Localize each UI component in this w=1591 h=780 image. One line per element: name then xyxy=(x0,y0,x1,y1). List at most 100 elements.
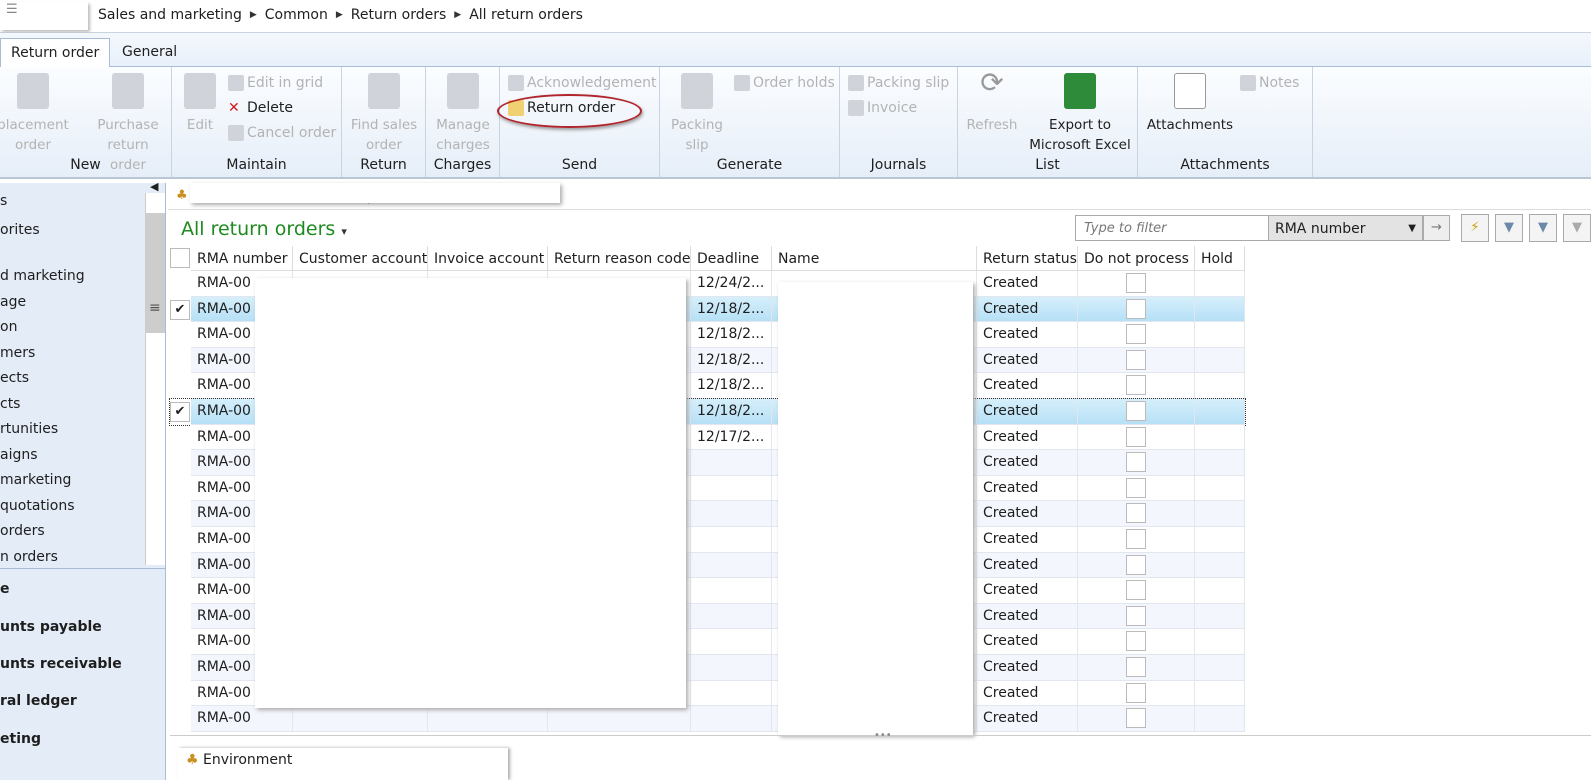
row-selector[interactable] xyxy=(170,578,191,604)
column-header[interactable]: Return reason code xyxy=(548,246,691,271)
packing-slip-journal-button[interactable]: Packing slip xyxy=(848,75,949,91)
do-not-process-checkbox[interactable] xyxy=(1126,349,1146,370)
address-icon-box[interactable]: ☰ xyxy=(0,2,88,30)
filter-input[interactable]: Type to filter xyxy=(1075,215,1269,241)
do-not-process-checkbox[interactable] xyxy=(1126,324,1146,345)
row-selector[interactable] xyxy=(170,655,191,681)
delete-button[interactable]: ✕ Delete xyxy=(228,100,293,116)
notes-button[interactable]: Notes xyxy=(1240,75,1299,91)
nav-module[interactable]: e xyxy=(0,581,10,597)
row-checkbox[interactable]: ✔ xyxy=(170,299,190,320)
do-not-process-checkbox[interactable] xyxy=(1126,375,1146,396)
nav-item[interactable]: quotations xyxy=(0,498,75,514)
nav-item[interactable]: marketing xyxy=(0,472,71,488)
do-not-process-checkbox[interactable] xyxy=(1126,426,1146,447)
edit-button[interactable]: Edit xyxy=(176,73,224,135)
do-not-process-checkbox[interactable] xyxy=(1126,452,1146,473)
breadcrumb-item[interactable]: Common xyxy=(265,7,328,23)
column-header[interactable]: Do not process xyxy=(1078,246,1195,271)
nav-item[interactable]: orders xyxy=(0,523,45,539)
nav-item[interactable]: cts xyxy=(0,396,20,412)
apply-filter-button[interactable]: → xyxy=(1423,215,1450,241)
filter-field-select[interactable]: RMA number ▼ xyxy=(1268,215,1423,241)
remove-filter-icon[interactable]: ▼ xyxy=(1563,214,1591,242)
nav-item[interactable]: n orders xyxy=(0,549,58,565)
column-header[interactable]: Name xyxy=(772,246,977,271)
invoice-journal-button[interactable]: Invoice xyxy=(848,100,917,116)
do-not-process-checkbox[interactable] xyxy=(1126,631,1146,652)
row-selector[interactable] xyxy=(170,450,191,476)
row-selector[interactable] xyxy=(170,271,191,297)
nav-item[interactable]: s xyxy=(0,193,7,209)
splitter-icon[interactable]: ≡ xyxy=(149,300,161,316)
collapse-nav-icon[interactable]: ◀ xyxy=(150,180,158,193)
refresh-button[interactable]: ⟳ Refresh xyxy=(962,69,1022,135)
row-selector[interactable] xyxy=(170,476,191,502)
do-not-process-checkbox[interactable] xyxy=(1126,273,1146,293)
column-header[interactable]: Invoice account xyxy=(428,246,548,271)
page-title[interactable]: All return orders ▾ xyxy=(181,218,347,240)
table-row[interactable]: RMA-00 Created xyxy=(170,706,1245,732)
nav-item[interactable]: aigns xyxy=(0,447,38,463)
resize-grip-icon[interactable]: ••• xyxy=(874,730,892,741)
row-selector[interactable] xyxy=(170,322,191,348)
row-selector[interactable] xyxy=(170,527,191,553)
do-not-process-checkbox[interactable] xyxy=(1126,708,1146,729)
acknowledgement-button[interactable]: Acknowledgement xyxy=(508,75,657,91)
column-header[interactable]: Deadline xyxy=(691,246,772,271)
find-sales-order-button[interactable]: Find sales order xyxy=(346,73,422,155)
replacement-order-button[interactable]: placement order xyxy=(0,73,78,155)
breadcrumb-item[interactable]: All return orders xyxy=(469,7,583,23)
nav-item[interactable]: mers xyxy=(0,345,35,361)
row-selector[interactable] xyxy=(170,425,191,451)
manage-charges-button[interactable]: Manage charges xyxy=(430,73,496,155)
do-not-process-checkbox[interactable] xyxy=(1126,554,1146,575)
do-not-process-checkbox[interactable] xyxy=(1126,477,1146,498)
tab-return-order[interactable]: Return order xyxy=(0,38,111,68)
row-selector[interactable] xyxy=(170,501,191,527)
row-selector[interactable] xyxy=(170,629,191,655)
do-not-process-checkbox[interactable] xyxy=(1126,682,1146,703)
row-selector[interactable] xyxy=(170,604,191,630)
nav-item[interactable]: orites xyxy=(0,222,40,238)
advanced-filter-icon[interactable]: ▼ xyxy=(1529,214,1557,242)
filter-by-grid-icon[interactable]: ▼ xyxy=(1495,214,1523,242)
do-not-process-checkbox[interactable] xyxy=(1126,503,1146,524)
nav-item[interactable]: ects xyxy=(0,370,29,386)
row-selector[interactable] xyxy=(170,553,191,579)
column-header[interactable]: Customer account xyxy=(293,246,428,271)
do-not-process-checkbox[interactable] xyxy=(1126,298,1146,319)
row-checkbox[interactable]: ✔ xyxy=(170,402,190,422)
order-holds-button[interactable]: Order holds xyxy=(734,75,835,91)
edit-in-grid-button[interactable]: Edit in grid xyxy=(228,75,323,91)
select-all-checkbox[interactable] xyxy=(170,248,190,268)
do-not-process-checkbox[interactable] xyxy=(1126,605,1146,626)
do-not-process-checkbox[interactable] xyxy=(1126,657,1146,677)
packing-slip-button[interactable]: Packing slip xyxy=(662,73,732,155)
nav-item[interactable]: rtunities xyxy=(0,421,58,437)
row-selector[interactable] xyxy=(170,706,191,732)
nav-item[interactable]: on xyxy=(0,319,17,335)
nav-item[interactable]: age xyxy=(0,294,26,310)
column-header[interactable]: RMA number xyxy=(191,246,293,271)
attachments-button[interactable]: Attachments xyxy=(1142,73,1238,135)
row-selector[interactable] xyxy=(170,681,191,707)
do-not-process-checkbox[interactable] xyxy=(1126,401,1146,421)
nav-item[interactable]: d marketing xyxy=(0,268,85,284)
filter-by-selection-icon[interactable]: ⚡ xyxy=(1461,214,1489,242)
tab-general[interactable]: General xyxy=(112,38,187,68)
nav-module[interactable]: unts receivable xyxy=(0,656,122,672)
row-selector[interactable] xyxy=(170,373,191,399)
nav-module[interactable]: unts payable xyxy=(0,619,102,635)
do-not-process-checkbox[interactable] xyxy=(1126,580,1146,601)
nav-module[interactable]: eting xyxy=(0,731,41,747)
column-header[interactable]: Return status xyxy=(977,246,1078,271)
nav-module[interactable]: ral ledger xyxy=(0,693,77,709)
export-excel-button[interactable]: Export to Microsoft Excel xyxy=(1024,73,1136,155)
cancel-order-button[interactable]: Cancel order xyxy=(228,125,336,141)
row-selector[interactable] xyxy=(170,348,191,374)
breadcrumb-item[interactable]: Sales and marketing xyxy=(98,7,242,23)
column-header[interactable]: Hold xyxy=(1195,246,1245,271)
breadcrumb-item[interactable]: Return orders xyxy=(351,7,447,23)
do-not-process-checkbox[interactable] xyxy=(1126,529,1146,549)
